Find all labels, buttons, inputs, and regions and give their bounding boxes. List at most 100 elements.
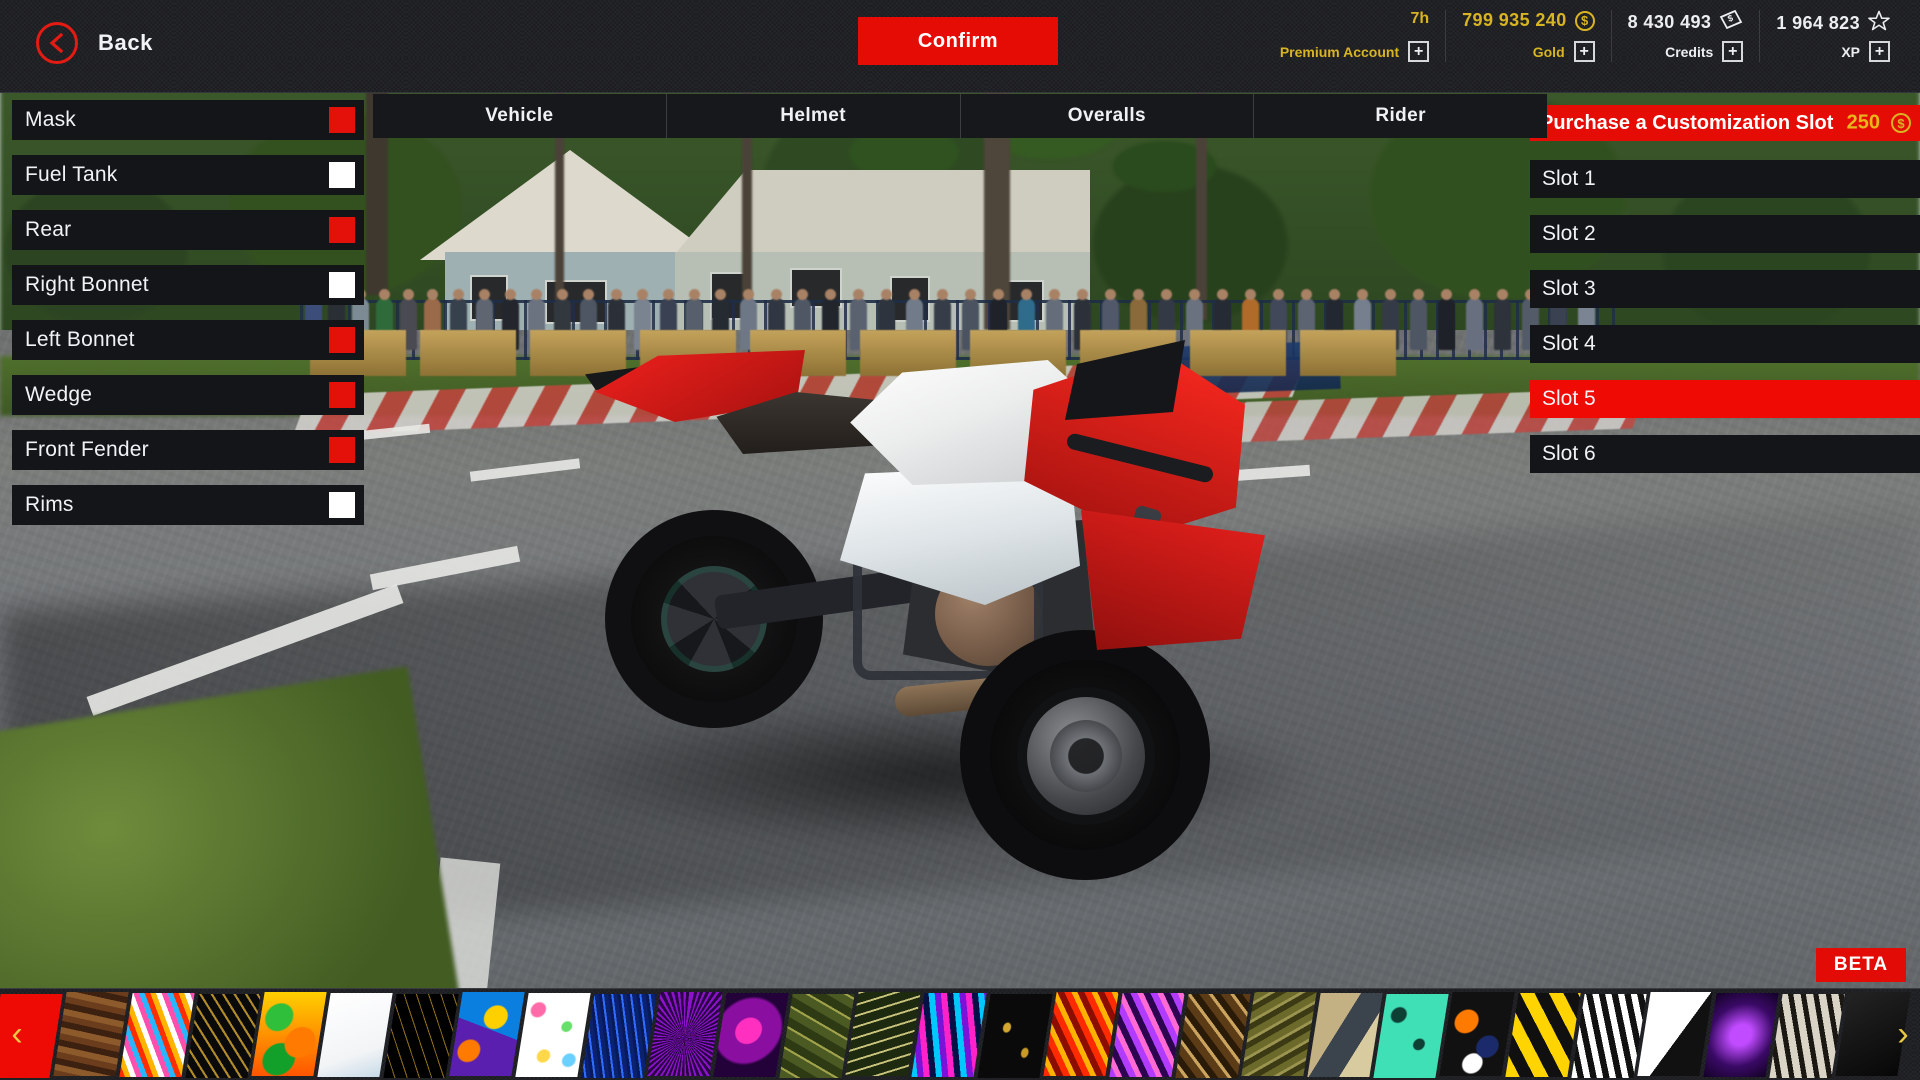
xp-add-button[interactable]: + [1869, 41, 1890, 62]
currency-xp-group[interactable]: 1 964 823 XP + [1759, 10, 1906, 62]
part-label: Wedge [25, 383, 93, 406]
slot-row-1[interactable]: Slot 1 [1530, 160, 1920, 198]
motorcycle-model[interactable] [585, 330, 1265, 880]
confirm-button[interactable]: Confirm [858, 17, 1058, 65]
livery-black-gold-thin[interactable] [383, 994, 459, 1078]
tab-rider[interactable]: Rider [1254, 94, 1547, 138]
part-row-mask[interactable]: Mask [12, 100, 364, 140]
slot-label: Slot 2 [1542, 222, 1596, 245]
gold-label: Gold [1532, 43, 1565, 60]
part-row-rims[interactable]: Rims [12, 485, 364, 525]
part-color-swatch[interactable] [329, 327, 355, 353]
purchase-slot-label: Purchase a Customization Slot [1540, 111, 1834, 134]
game-screen: Back Confirm 7h Premium Account + 799 93… [0, 0, 1920, 1080]
livery-candy-sprinkles[interactable] [515, 993, 591, 1077]
part-color-swatch[interactable] [329, 107, 355, 133]
back-button[interactable]: Back [36, 22, 153, 64]
customization-slot-panel: Purchase a Customization Slot 250 $ Slot… [1530, 105, 1920, 490]
part-row-right-bonnet[interactable]: Right Bonnet [12, 265, 364, 305]
gold-coin-icon: $ [1574, 10, 1595, 31]
livery-red-orange-rays[interactable] [1043, 991, 1119, 1076]
livery-teal-floral[interactable] [1373, 994, 1449, 1078]
livery-sand-steel[interactable] [1307, 993, 1383, 1077]
svg-text:$: $ [1727, 13, 1735, 24]
currency-credits-group[interactable]: 8 430 493 $ Credits + [1610, 9, 1760, 62]
livery-green-orange-camo[interactable] [251, 991, 327, 1076]
livery-texture-strip[interactable]: ‹ › [0, 988, 1920, 1080]
livery-tiger-fur[interactable] [1769, 994, 1845, 1078]
xp-label: XP [1841, 43, 1860, 60]
gold-value: 799 935 240 [1462, 10, 1567, 30]
livery-rainbow-rays[interactable] [119, 993, 195, 1077]
chevron-left-icon [36, 22, 78, 64]
livery-scroll-right-icon[interactable]: › [1888, 1012, 1918, 1058]
credits-value: 8 430 493 [1627, 12, 1712, 32]
slot-row-6[interactable]: Slot 6 [1530, 435, 1920, 473]
part-label: Fuel Tank [25, 163, 118, 186]
premium-account-group[interactable]: 7h Premium Account + [1264, 10, 1445, 62]
slot-row-3[interactable]: Slot 3 [1530, 270, 1920, 308]
part-color-swatch[interactable] [329, 437, 355, 463]
part-color-swatch[interactable] [329, 382, 355, 408]
livery-olive-grain[interactable] [1241, 991, 1317, 1076]
livery-white-plain[interactable] [317, 993, 393, 1077]
part-row-front-fender[interactable]: Front Fender [12, 430, 364, 470]
part-label: Front Fender [25, 438, 149, 461]
livery-black-gold-diag[interactable] [185, 994, 261, 1078]
livery-zebra-stripe[interactable] [1571, 994, 1647, 1078]
back-label: Back [98, 30, 153, 55]
tab-helmet[interactable]: Helmet [667, 94, 961, 138]
livery-violet-glow[interactable] [1703, 993, 1779, 1077]
premium-timer: 7h [1410, 10, 1430, 27]
credit-note-icon: $ [1719, 9, 1743, 35]
credits-label: Credits [1665, 43, 1714, 60]
credits-add-button[interactable]: + [1722, 41, 1744, 62]
part-color-swatch[interactable] [329, 162, 355, 188]
currency-bar: 7h Premium Account + 799 935 240 $ Gold … [1264, 9, 1906, 72]
premium-account-label: Premium Account [1279, 43, 1400, 60]
livery-orange-camo[interactable] [1439, 991, 1515, 1076]
livery-blue-feather[interactable] [581, 994, 657, 1078]
part-color-swatch[interactable] [329, 217, 355, 243]
part-color-swatch[interactable] [329, 492, 355, 518]
premium-add-button[interactable]: + [1408, 41, 1430, 62]
part-row-wedge[interactable]: Wedge [12, 375, 364, 415]
livery-violet-rays[interactable] [1109, 993, 1185, 1077]
purchase-slot-price: 250 [1846, 111, 1880, 134]
livery-white-sharp[interactable] [1637, 991, 1713, 1076]
currency-gold-group[interactable]: 799 935 240 $ Gold + [1445, 10, 1611, 62]
livery-gold-marble[interactable] [977, 994, 1053, 1078]
part-color-swatch[interactable] [329, 272, 355, 298]
livery-scroll-left-icon[interactable]: ‹ [2, 1012, 32, 1058]
livery-bronze-streak[interactable] [1175, 994, 1251, 1078]
gold-add-button[interactable]: + [1573, 41, 1595, 62]
livery-track [0, 989, 1911, 1080]
xp-value: 1 964 823 [1776, 12, 1860, 33]
tab-overalls[interactable]: Overalls [961, 94, 1255, 138]
livery-olive-bamboo[interactable] [779, 994, 855, 1078]
part-row-fuel-tank[interactable]: Fuel Tank [12, 155, 364, 195]
part-label: Rims [25, 493, 74, 516]
part-row-left-bonnet[interactable]: Left Bonnet [12, 320, 364, 360]
livery-purple-burst[interactable] [647, 991, 723, 1076]
slot-row-5[interactable]: Slot 5 [1530, 380, 1920, 418]
tab-vehicle[interactable]: Vehicle [373, 94, 667, 138]
star-icon [1868, 10, 1890, 36]
livery-yellow-hazard[interactable] [1505, 993, 1581, 1077]
slot-label: Slot 4 [1542, 332, 1596, 355]
livery-cyan-magenta[interactable] [911, 993, 987, 1077]
part-row-rear[interactable]: Rear [12, 210, 364, 250]
slot-label: Slot 5 [1542, 387, 1596, 410]
purchase-customization-slot-button[interactable]: Purchase a Customization Slot 250 $ [1530, 105, 1920, 141]
livery-blue-pop-art[interactable] [449, 991, 525, 1076]
part-label: Rear [25, 218, 72, 241]
beta-badge: BETA [1816, 948, 1906, 982]
livery-dark-bamboo[interactable] [845, 991, 921, 1076]
livery-hot-pink-swirl[interactable] [713, 993, 789, 1077]
slot-row-4[interactable]: Slot 4 [1530, 325, 1920, 363]
slot-row-2[interactable]: Slot 2 [1530, 215, 1920, 253]
top-header-bar: Back Confirm 7h Premium Account + 799 93… [0, 0, 1920, 93]
part-label: Right Bonnet [25, 273, 149, 296]
livery-wood-stripes[interactable] [53, 991, 129, 1076]
vehicle-parts-list: Mask Fuel Tank Rear Right Bonnet Left Bo… [12, 100, 364, 540]
